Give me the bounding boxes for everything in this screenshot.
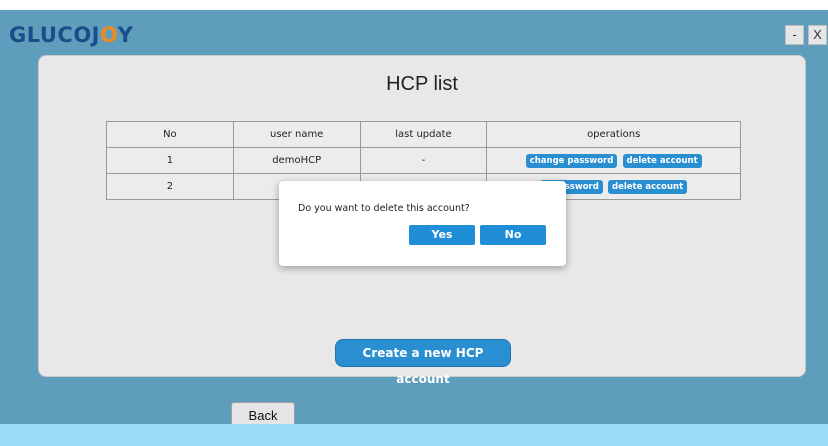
yes-button[interactable]: Yes (409, 225, 475, 245)
table-header-row: No user name last update operations (106, 121, 741, 148)
change-password-button[interactable]: change password (525, 153, 618, 168)
cell-last-update: - (359, 147, 488, 174)
cell-operations: change password delete account (486, 147, 741, 174)
column-header-operations: operations (486, 121, 741, 148)
dialog-message: Do you want to delete this account? (298, 203, 470, 214)
delete-confirm-dialog: Do you want to delete this account? Yes … (279, 181, 566, 266)
delete-account-button[interactable]: delete account (622, 153, 702, 168)
glucojoy-logo: GLUCOJOY (9, 23, 134, 47)
delete-account-button[interactable]: delete account (608, 179, 688, 194)
bottom-strip (0, 424, 828, 446)
column-header-no: No (106, 121, 234, 148)
cell-no: 1 (106, 147, 234, 174)
table-row: 1 demoHCP - change password delete accou… (106, 147, 741, 174)
close-button[interactable]: X (808, 25, 827, 45)
create-hcp-account-button[interactable]: Create a new HCP account (335, 339, 511, 386)
column-header-last-update: last update (359, 121, 488, 148)
column-header-user-name: user name (232, 121, 361, 148)
cell-user-name: demoHCP (232, 147, 361, 174)
no-button[interactable]: No (480, 225, 546, 245)
cell-no: 2 (106, 173, 234, 200)
page-title: HCP list (386, 73, 458, 95)
minimize-button[interactable]: - (785, 25, 804, 45)
